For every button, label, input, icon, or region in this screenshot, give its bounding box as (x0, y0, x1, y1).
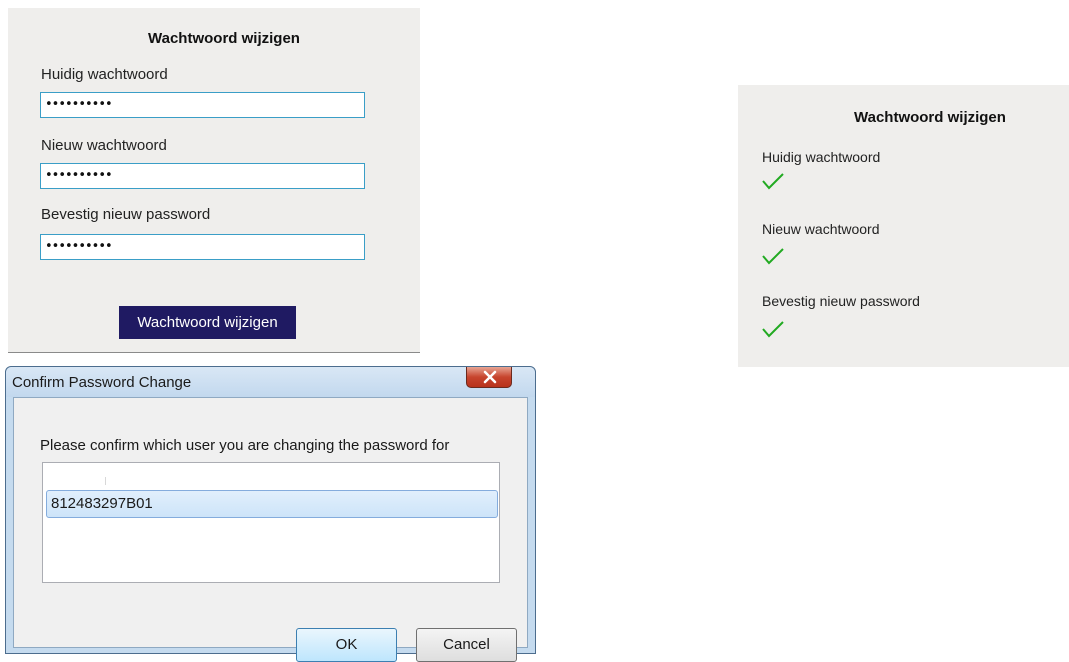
change-password-button[interactable]: Wachtwoord wijzigen (119, 306, 296, 339)
checkmark-icon (762, 173, 784, 190)
ok-button[interactable]: OK (296, 628, 397, 662)
new-password-result-label: Nieuw wachtwoord (762, 221, 880, 237)
new-password-input[interactable]: •••••••••• (40, 163, 365, 189)
confirm-password-label: Bevestig nieuw password (41, 206, 211, 223)
current-password-input[interactable]: •••••••••• (40, 92, 365, 118)
close-icon (483, 370, 497, 384)
confirm-password-input[interactable]: •••••••••• (40, 234, 365, 260)
dialog-title: Confirm Password Change (12, 374, 192, 391)
new-password-label: Nieuw wachtwoord (41, 137, 167, 154)
confirm-password-result-label: Bevestig nieuw password (762, 293, 920, 309)
checkmark-icon (762, 248, 784, 265)
user-list-item[interactable]: 812483297B01 (46, 490, 498, 518)
form-title: Wachtwoord wijzigen (148, 30, 300, 47)
dialog-prompt: Please confirm which user you are changi… (40, 437, 450, 454)
close-button[interactable] (466, 367, 512, 388)
current-password-label: Huidig wachtwoord (41, 66, 168, 83)
cancel-button[interactable]: Cancel (416, 628, 517, 662)
dialog-titlebar[interactable]: Confirm Password Change (6, 367, 535, 397)
password-change-form: Wachtwoord wijzigen Huidig wachtwoord ••… (8, 8, 420, 353)
dialog-content: Please confirm which user you are changi… (13, 397, 528, 662)
user-listbox[interactable]: 812483297B01 (42, 462, 500, 583)
password-result-panel: Wachtwoord wijzigen Huidig wachtwoord Ni… (738, 85, 1069, 367)
confirm-password-change-dialog: Confirm Password Change Please confirm w… (5, 366, 536, 662)
checkmark-icon (762, 321, 784, 338)
current-password-result-label: Huidig wachtwoord (762, 149, 881, 165)
result-title: Wachtwoord wijzigen (854, 109, 1006, 126)
list-divider (105, 477, 106, 485)
